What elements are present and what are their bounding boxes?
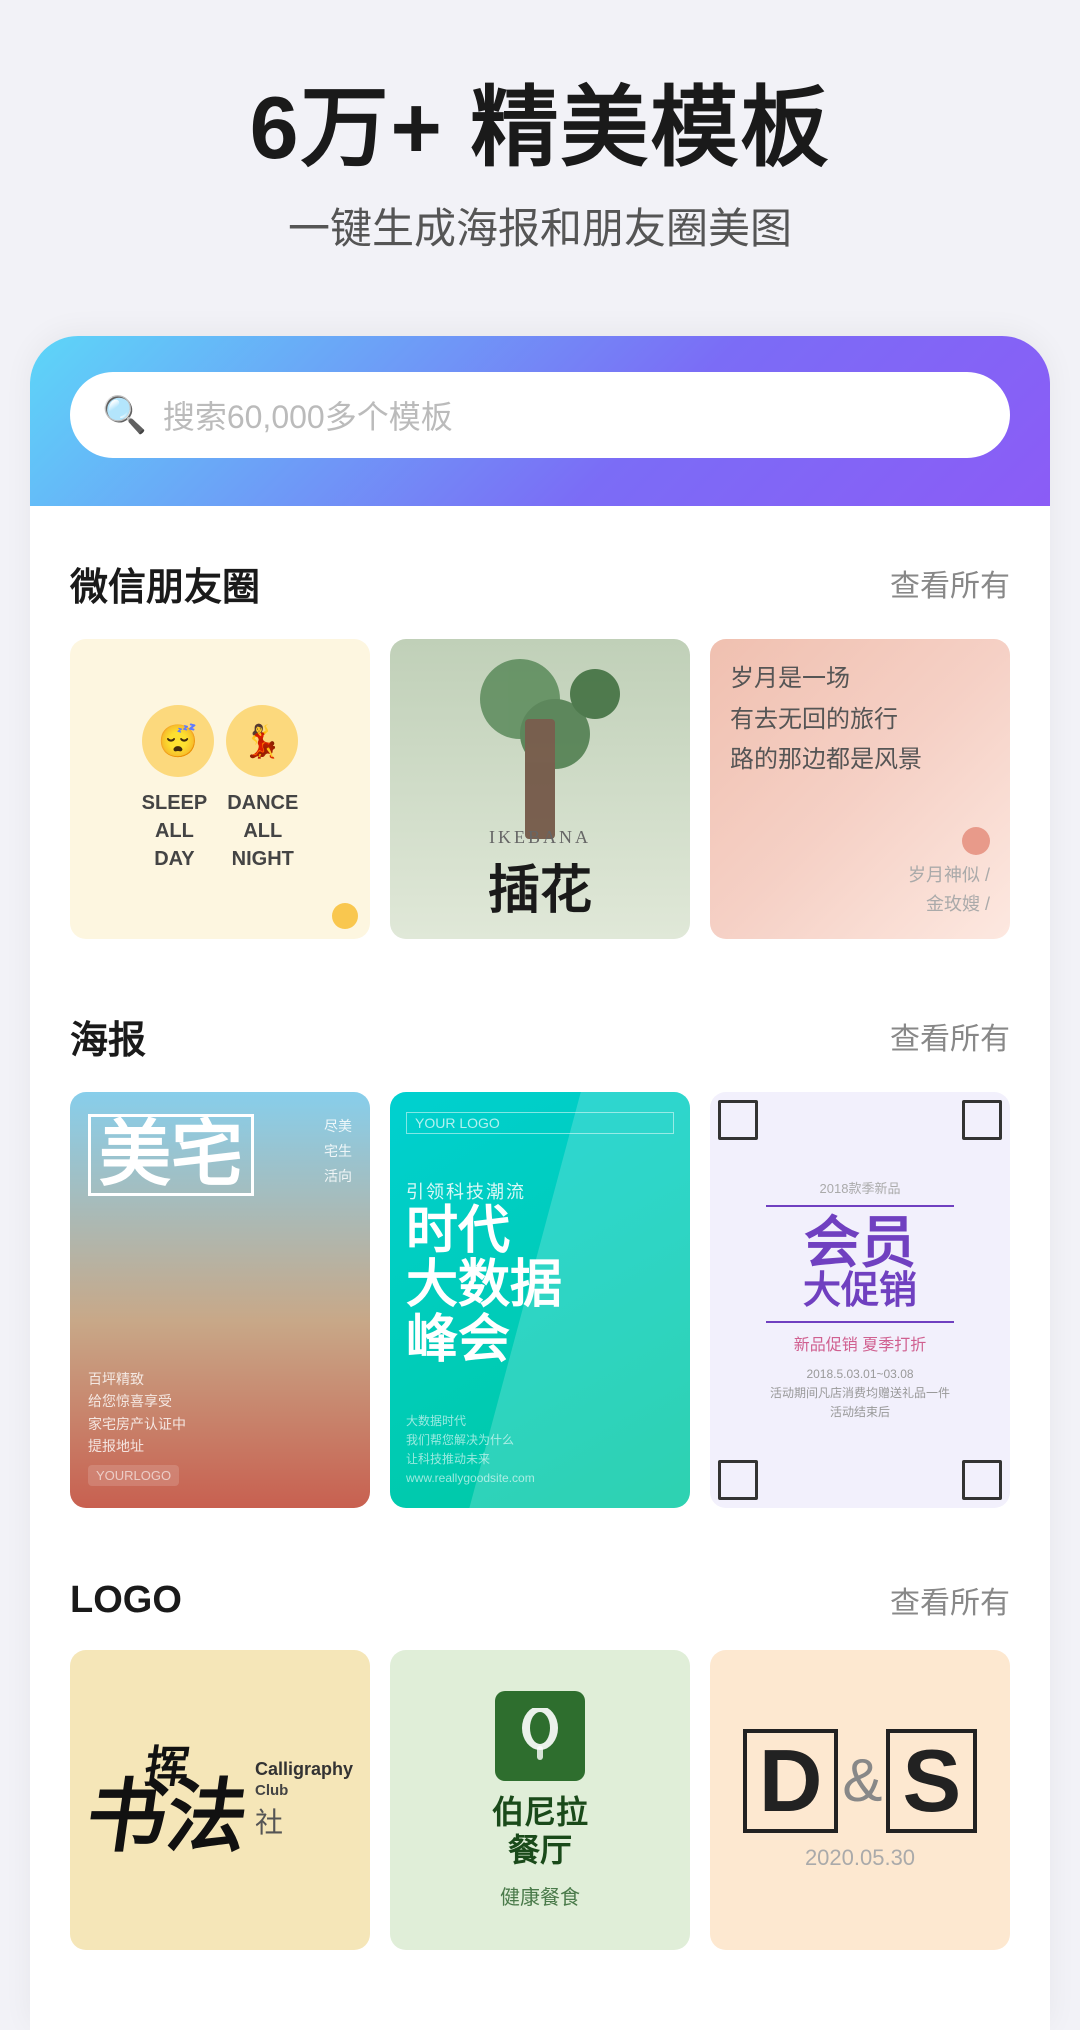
logo-section-header: LOGO 查看所有 xyxy=(70,1578,1010,1622)
poster-section: 海报 查看所有 美宅 尽美宅生活向 百坪精致给您惊喜享受家宅房产认证中提报地址 … xyxy=(30,959,1050,1529)
restaurant-name: 伯尼拉 餐厅 xyxy=(492,1793,588,1870)
wechat-card-ikebana[interactable]: IKEBANA 插花 xyxy=(390,639,690,939)
realestate-bottom: 百坪精致给您惊喜享受家宅房产认证中提报地址 xyxy=(88,1368,352,1458)
logo-card-calligraphy[interactable]: 挥 书法 Calligraphy Club 社 xyxy=(70,1650,370,1950)
restaurant-icon xyxy=(495,1691,585,1781)
member-detail: 2018.5.03.01~03.08活动期间凡店消费均赠送礼品一件活动结束后 xyxy=(770,1365,950,1423)
logo-card-ds[interactable]: D & S 2020.05.30 xyxy=(710,1650,1010,1950)
ds-letter-s: S xyxy=(886,1729,977,1833)
bigdata-subtitle: 引领科技潮流 xyxy=(406,1178,674,1204)
wechat-card-sleep-dance[interactable]: 😴 💃 SLEEPALLDAY DANCEALLNIGHT xyxy=(70,639,370,939)
wechat-view-all[interactable]: 查看所有 xyxy=(890,561,1010,605)
bigdata-logo: YOUR LOGO xyxy=(406,1112,674,1134)
member-sub: 新品促销 夏季打折 xyxy=(794,1331,926,1355)
logo-section: LOGO 查看所有 挥 书法 Calligraphy Club 社 xyxy=(30,1528,1050,1970)
hero-section: 6万+ 精美模板 一键生成海报和朋友圈美图 xyxy=(0,0,1080,296)
ikebana-cn: 插花 xyxy=(406,848,674,923)
realestate-right: 尽美宅生活向 xyxy=(324,1114,352,1190)
search-icon: 🔍 xyxy=(102,397,147,433)
calligraphy-cn-she: 社 xyxy=(255,1801,283,1841)
poster-view-all[interactable]: 查看所有 xyxy=(890,1014,1010,1058)
bigdata-detail: 大数据时代我们帮您解决为什么让科技推动未来www.reallygoodsite.… xyxy=(406,1412,674,1489)
realestate-title: 美宅 xyxy=(88,1114,254,1196)
wechat-template-grid: 😴 💃 SLEEPALLDAY DANCEALLNIGHT xyxy=(70,639,1010,939)
poetic-author: 岁月神似 /金玫嫂 / xyxy=(908,861,990,919)
ikebana-en: IKEBANA xyxy=(406,827,674,848)
hero-title: 6万+ 精美模板 xyxy=(60,80,1020,177)
wechat-section-header: 微信朋友圈 查看所有 xyxy=(70,556,1010,611)
member-title2: 大促销 xyxy=(803,1271,917,1313)
poster-section-header: 海报 查看所有 xyxy=(70,1009,1010,1064)
hero-subtitle: 一键生成海报和朋友圈美图 xyxy=(60,195,1020,256)
member-year: 2018款季新品 xyxy=(820,1178,901,1197)
wechat-section: 微信朋友圈 查看所有 😴 💃 SLEEPALLDAY DANCEALLNIGHT xyxy=(30,506,1050,959)
logo-card-restaurant[interactable]: 伯尼拉 餐厅 健康餐食 xyxy=(390,1650,690,1950)
realestate-logo: YOURLOGO xyxy=(88,1465,179,1486)
wechat-section-title: 微信朋友圈 xyxy=(70,556,260,611)
poster-card-bigdata[interactable]: YOUR LOGO 引领科技潮流 时代大数据峰会 大数据时代我们帮您解决为什么让… xyxy=(390,1092,690,1509)
poster-template-grid: 美宅 尽美宅生活向 百坪精致给您惊喜享受家宅房产认证中提报地址 YOURLOGO xyxy=(70,1092,1010,1509)
sleep-text: SLEEPALLDAY xyxy=(142,789,208,873)
logo-section-title: LOGO xyxy=(70,1579,182,1622)
bigdata-title: 时代大数据峰会 xyxy=(406,1204,674,1368)
restaurant-sub: 健康餐食 xyxy=(500,1881,580,1910)
calligraphy-en-name: Calligraphy xyxy=(255,1759,353,1780)
wechat-card-poetic[interactable]: 岁月是一场有去无回的旅行路的那边都是风景 岁月神似 /金玫嫂 / xyxy=(710,639,1010,939)
poster-card-real-estate[interactable]: 美宅 尽美宅生活向 百坪精致给您惊喜享受家宅房产认证中提报地址 YOURLOGO xyxy=(70,1092,370,1509)
card-header: 🔍 搜索60,000多个模板 xyxy=(30,336,1050,506)
member-title1: 会员 xyxy=(804,1215,916,1271)
logo-view-all[interactable]: 查看所有 xyxy=(890,1578,1010,1622)
calligraphy-en-club: Club xyxy=(255,1782,288,1799)
main-card: 🔍 搜索60,000多个模板 微信朋友圈 查看所有 😴 💃 SLEEPALLDA… xyxy=(30,336,1050,2030)
calligraphy-cn-shu: 书法 xyxy=(82,1782,252,1854)
poetic-text: 岁月是一场有去无回的旅行路的那边都是风景 xyxy=(730,659,990,781)
ds-letter-d: D xyxy=(743,1729,839,1833)
logo-template-grid: 挥 书法 Calligraphy Club 社 xyxy=(70,1650,1010,1950)
search-bar[interactable]: 🔍 搜索60,000多个模板 xyxy=(70,372,1010,458)
ds-date: 2020.05.30 xyxy=(743,1845,977,1871)
ds-logo-wrap: D & S 2020.05.30 xyxy=(723,1709,997,1891)
ds-ampersand: & xyxy=(842,1751,882,1811)
dance-text: DANCEALLNIGHT xyxy=(227,789,298,873)
poster-card-member-sale[interactable]: 2018款季新品 会员 大促销 新品促销 夏季打折 2018.5.03.01~0… xyxy=(710,1092,1010,1509)
poster-section-title: 海报 xyxy=(70,1009,146,1064)
search-placeholder: 搜索60,000多个模板 xyxy=(163,392,978,438)
